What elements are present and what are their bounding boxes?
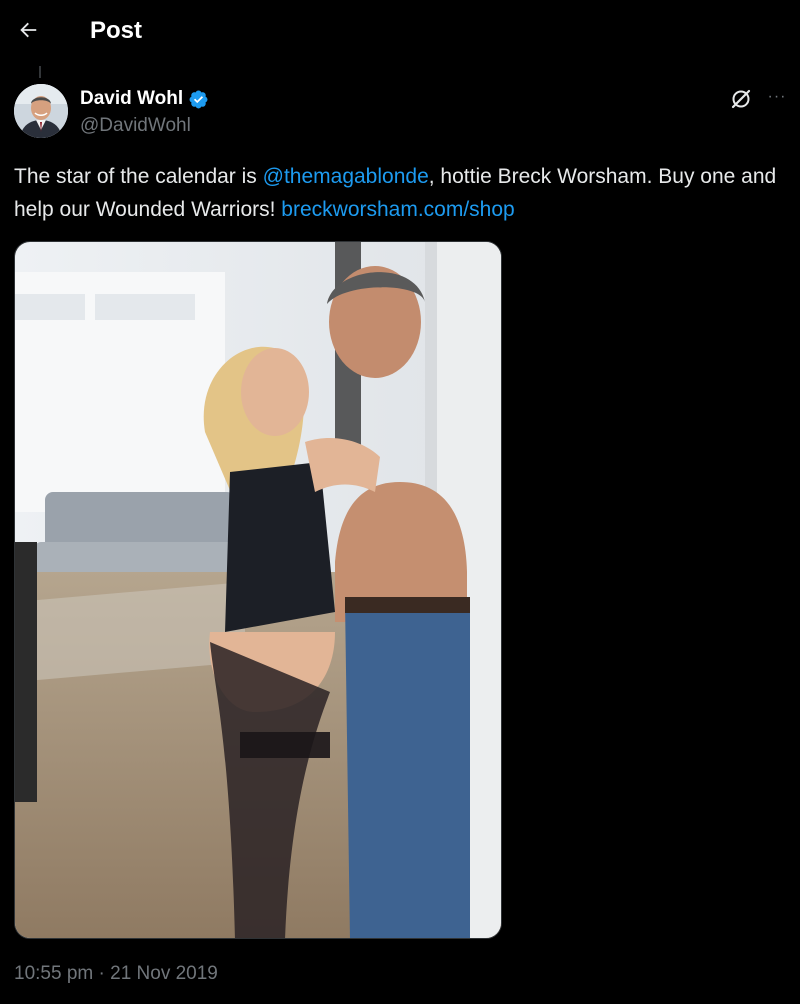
post-header: Post xyxy=(0,0,800,62)
back-button[interactable] xyxy=(10,12,46,48)
post-date[interactable]: 21 Nov 2019 xyxy=(110,963,218,984)
post-timestamp: 10:55 pm · 21 Nov 2019 xyxy=(14,960,218,988)
timestamp-separator: · xyxy=(93,963,111,984)
photo-illustration xyxy=(15,242,501,938)
post-text: The star of the calendar is @themagablon… xyxy=(14,160,794,226)
page-title: Post xyxy=(90,17,143,44)
verified-badge-icon xyxy=(189,90,208,108)
arrow-left-icon xyxy=(20,22,37,38)
external-link[interactable]: breckworsham.com/shop xyxy=(281,198,514,221)
post-time[interactable]: 10:55 pm xyxy=(14,963,93,984)
author-handle[interactable]: @DavidWohl xyxy=(80,113,191,139)
grok-icon xyxy=(731,89,751,109)
post-text-start: The star of the calendar is xyxy=(14,165,263,188)
mention-link[interactable]: @themagablonde xyxy=(263,165,429,188)
more-options-button[interactable]: ··· xyxy=(762,84,792,110)
more-horizontal-icon: ··· xyxy=(767,88,787,105)
thread-connector xyxy=(39,66,41,78)
grok-button[interactable] xyxy=(726,84,756,114)
avatar-image xyxy=(14,84,68,138)
post-image[interactable] xyxy=(14,241,502,939)
author-name-text: David Wohl xyxy=(80,88,184,109)
avatar[interactable] xyxy=(14,84,68,138)
author-name[interactable]: David Wohl xyxy=(80,86,209,112)
